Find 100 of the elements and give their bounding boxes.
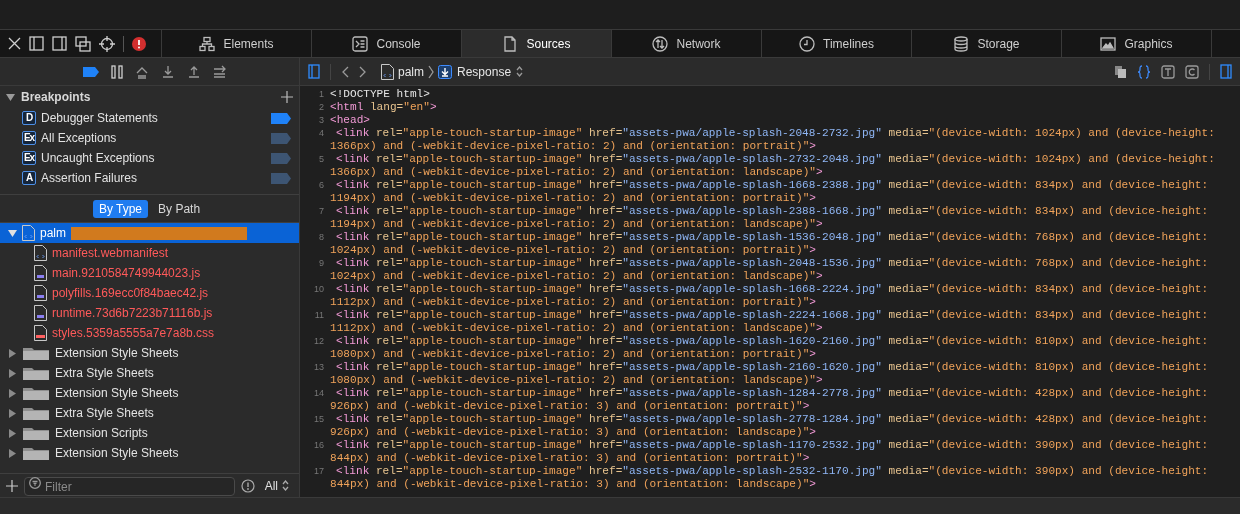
breakpoint-badge: D xyxy=(22,111,36,125)
code-line: 1366px) and (-webkit-device-pixel-ratio: 2) and (orientation: landscape)"> xyxy=(330,166,824,179)
right-sidebar-icon[interactable] xyxy=(1220,64,1232,79)
add-icon[interactable] xyxy=(6,479,18,492)
copy-icon[interactable] xyxy=(1114,64,1127,79)
line-number: 4 xyxy=(318,127,325,140)
collapsed-triangle-icon[interactable] xyxy=(8,388,17,398)
scope-button[interactable]: By Path xyxy=(152,199,207,218)
add-icon[interactable] xyxy=(281,91,293,103)
code-line: 1366px) and (-webkit-device-pixel-ratio: 2) and (orientation: portrait)"> xyxy=(330,140,817,153)
tree-item[interactable]: Extension Scripts xyxy=(0,423,299,443)
script-file-icon xyxy=(34,265,47,281)
forward-icon[interactable] xyxy=(359,65,367,78)
windows-icon[interactable] xyxy=(75,35,91,52)
tree-item[interactable]: main.9210584749944023.js xyxy=(0,263,299,283)
file-name: main.9210584749944023.js xyxy=(52,265,201,282)
code-line: <link rel="apple-touch-startup-image" href="assets-pwa/apple-splash-2160-1620.jpg" media="(device-width: 810px) and (device-height: xyxy=(335,361,1209,374)
stylesheet-file-icon xyxy=(34,325,47,341)
code-file-icon xyxy=(381,63,394,80)
script-file-icon xyxy=(34,305,47,321)
updown-icon xyxy=(516,66,524,77)
scope-dropdown[interactable]: All xyxy=(260,476,293,495)
breakpoint-badge: Ex xyxy=(22,151,36,165)
tree-item[interactable]: palm xyxy=(0,223,299,243)
code-line: <html lang="en"> xyxy=(330,101,437,114)
breakpoint-icon[interactable] xyxy=(82,66,99,77)
collapsed-triangle-icon[interactable] xyxy=(8,348,17,358)
tree-item[interactable]: Extra Style Sheets xyxy=(0,363,299,383)
breadcrumb-item[interactable]: palm xyxy=(381,62,424,81)
folder-name: Extension Style Sheets xyxy=(55,445,179,462)
line-number: 5 xyxy=(318,153,325,166)
clock-icon xyxy=(799,35,816,52)
step-out-icon[interactable] xyxy=(186,64,201,79)
expanded-triangle-icon[interactable] xyxy=(8,228,17,238)
close-icon[interactable] xyxy=(8,37,21,50)
coverage-icon[interactable] xyxy=(1185,64,1199,79)
tab[interactable]: Storage xyxy=(912,30,1062,57)
code-line: <link rel="apple-touch-startup-image" href="assets-pwa/apple-splash-2048-1536.jpg" media="(device-width: 768px) and (device-height: xyxy=(335,257,1209,270)
tab[interactable]: Network xyxy=(612,30,762,57)
collapsed-triangle-icon[interactable] xyxy=(8,368,17,378)
pause-icon[interactable] xyxy=(110,64,123,79)
file-name: manifest.webmanifest xyxy=(52,245,169,262)
line-number: 1 xyxy=(318,88,325,101)
line-number: 3 xyxy=(318,114,325,127)
folder-icon xyxy=(22,385,50,401)
code-line: <link rel="apple-touch-startup-image" href="assets-pwa/apple-splash-1284-2778.jpg" media="(device-width: 428px) and (device-height: xyxy=(335,387,1209,400)
crosshair-icon[interactable] xyxy=(99,35,115,52)
code-line: 926px) and (-webkit-device-pixel-ratio: 3) and (orientation: portrait)"> xyxy=(330,400,811,413)
tab[interactable]: Sources xyxy=(462,30,612,57)
tree-item[interactable]: styles.5359a5555a7e7a8b.css xyxy=(0,323,299,343)
tree-item[interactable]: Extra Style Sheets xyxy=(0,403,299,423)
expanded-triangle-icon[interactable] xyxy=(6,92,15,102)
breakpoint-marker-icon[interactable] xyxy=(271,112,291,124)
sidebar-toggle-icon[interactable] xyxy=(308,64,320,79)
code-line: 1080px) and (-webkit-device-pixel-ratio: 2) and (orientation: portrait)"> xyxy=(330,348,817,361)
breakpoint-badge: Ex xyxy=(22,131,36,145)
image-icon xyxy=(1100,35,1117,52)
response-dropdown[interactable]: Response xyxy=(438,62,524,81)
code-line: <link rel="apple-touch-startup-image" href="assets-pwa/apple-splash-2532-1170.jpg" media="(device-width: 390px) and (device-height: xyxy=(335,465,1209,478)
dock-left-icon[interactable] xyxy=(29,36,44,51)
tab[interactable]: Timelines xyxy=(762,30,912,57)
line-number: 12 xyxy=(313,335,325,348)
collapsed-triangle-icon[interactable] xyxy=(8,448,17,458)
tree-item[interactable]: Extension Style Sheets xyxy=(0,443,299,463)
warning-filter-icon[interactable] xyxy=(240,478,255,493)
line-number: 16 xyxy=(313,439,325,452)
filter-field[interactable]: Filter xyxy=(24,477,235,496)
folder-name: Extension Style Sheets xyxy=(55,345,179,362)
tab[interactable]: Elements xyxy=(162,30,312,57)
breakpoint-label: Debugger Statements xyxy=(41,110,158,127)
braces-icon[interactable] xyxy=(1137,64,1151,79)
tab[interactable]: Graphics xyxy=(1062,30,1212,57)
collapsed-triangle-icon[interactable] xyxy=(8,408,17,418)
breakpoint-marker-icon[interactable] xyxy=(271,152,291,164)
code-line: 1024px) and (-webkit-device-pixel-ratio: 2) and (orientation: landscape)"> xyxy=(330,270,824,283)
dock-right-icon[interactable] xyxy=(52,36,67,51)
line-number: 2 xyxy=(318,101,325,114)
step-into-icon[interactable] xyxy=(160,64,175,79)
scope-button[interactable]: By Type xyxy=(92,199,149,218)
type-icon[interactable] xyxy=(1161,64,1175,79)
line-number: 8 xyxy=(318,231,325,244)
tree-item[interactable]: runtime.73d6b7223b71116b.js xyxy=(0,303,299,323)
filter-icon xyxy=(29,477,41,489)
error-icon[interactable] xyxy=(132,36,146,51)
line-number: 15 xyxy=(313,413,325,426)
code-line: <link rel="apple-touch-startup-image" href="assets-pwa/apple-splash-2048-2732.jpg" media="(device-width: 1024px) and (device-height: xyxy=(335,127,1215,140)
tree-item[interactable]: Extension Style Sheets xyxy=(0,343,299,363)
breakpoint-marker-icon[interactable] xyxy=(271,172,291,184)
folder-icon xyxy=(22,405,50,421)
code-line: 1080px) and (-webkit-device-pixel-ratio: 2) and (orientation: landscape)"> xyxy=(330,374,824,387)
continue-icon[interactable] xyxy=(212,64,227,79)
tree-item[interactable]: Extension Style Sheets xyxy=(0,383,299,403)
collapsed-triangle-icon[interactable] xyxy=(8,428,17,438)
tree-item[interactable]: polyfills.169ecc0f84baec42.js xyxy=(0,283,299,303)
breakpoint-marker-icon[interactable] xyxy=(271,132,291,144)
code-file-icon xyxy=(34,245,47,261)
back-icon[interactable] xyxy=(341,65,349,78)
code-line: 1024px) and (-webkit-device-pixel-ratio: 2) and (orientation: portrait)"> xyxy=(330,244,817,257)
tree-item[interactable]: manifest.webmanifest xyxy=(0,243,299,263)
code-line: 926px) and (-webkit-device-pixel-ratio: 3) and (orientation: landscape)"> xyxy=(330,426,817,439)
